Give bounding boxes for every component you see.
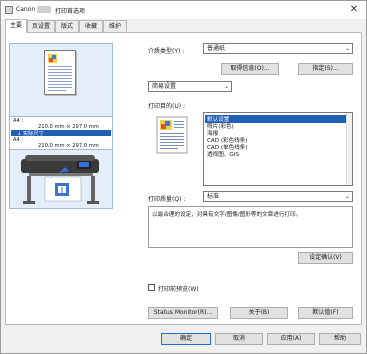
actual-size-label: ↓ 实际尺寸 [17, 131, 44, 137]
dropdown-arrow-icon: ⌄ [223, 83, 229, 90]
title-bar: Canon 打印首选项 ✕ [1, 1, 366, 19]
output-size-dims: 210.0 mm × 297.0 mm [38, 143, 99, 149]
preview-before-print-label: 打印前预览(W) [158, 286, 199, 293]
about-button[interactable]: 关于(B) [230, 307, 288, 319]
media-type-select[interactable]: 普通纸 ⌄ [203, 43, 353, 54]
source-size-label: A4 : [13, 118, 24, 124]
tab-main[interactable]: 主要 [5, 19, 27, 33]
paper-size-info: A4 : 210.0 mm × 297.0 mm ↓ 实际尺寸 A4 : 210… [9, 116, 113, 150]
window-title: 打印首选项 [55, 8, 86, 15]
settings-mode-value: 简易设置 [152, 83, 177, 90]
print-purpose-list[interactable]: 默认设置 照片(彩色) 海报 CAD (彩色线条) CAD (单色线条) 透视图… [203, 112, 353, 186]
cancel-button[interactable]: 取消 [215, 333, 263, 345]
dropdown-arrow-icon: ⌄ [344, 193, 350, 200]
printer-app-icon [5, 6, 13, 14]
status-monitor-button[interactable]: Status Monitor(R)... [148, 307, 218, 319]
confirm-settings-button[interactable]: 设定确认(V) [298, 252, 353, 264]
dropdown-arrow-icon: ⌄ [344, 45, 350, 52]
printing-preferences-window: Canon 打印首选项 ✕ 主要 页设置 版式 收藏 维护 A4: 210.0… [0, 0, 367, 354]
output-size-label: A4 : [13, 137, 24, 143]
print-purpose-label: 打印目的(U) : [148, 103, 186, 110]
large-format-printer-icon [21, 155, 99, 204]
image-icon [48, 54, 57, 63]
actual-size-row: ↓ 实际尺寸 [11, 130, 111, 137]
print-quality-value: 标准 [207, 193, 220, 200]
description-box: 以最合理的设定，对具有文字/图像/图形等的文章进行打印。 [148, 206, 353, 248]
purpose-document-thumbnail-icon [156, 116, 188, 154]
help-button[interactable]: 帮助 [319, 333, 361, 345]
media-type-value: 普通纸 [207, 45, 226, 52]
print-quality-label: 打印质量(Q) : [148, 196, 186, 203]
print-quality-select[interactable]: 标准 ⌄ [203, 191, 353, 202]
purpose-item-perspective-gis[interactable]: 透视图、GIS [207, 150, 239, 158]
get-info-button[interactable]: 取得信息(O)... [221, 63, 279, 75]
document-thumbnail-icon [44, 50, 76, 95]
specify-button[interactable]: 指定(S)... [298, 63, 353, 75]
preview-before-print-checkbox[interactable] [148, 284, 155, 291]
media-type-label: 介质类型(Y) : [148, 48, 185, 55]
defaults-button[interactable]: 默认值(F) [298, 307, 353, 319]
title-brand: Canon [16, 6, 36, 13]
ok-button[interactable]: 确定 [161, 333, 211, 345]
close-icon[interactable]: ✕ [348, 4, 360, 16]
apply-button[interactable]: 应用(A) [267, 333, 315, 345]
settings-mode-select[interactable]: 简易设置 ⌄ [148, 81, 232, 92]
description-text: 以最合理的设定，对具有文字/图像/图形等的文章进行打印。 [152, 212, 302, 218]
redacted-printer-name [37, 6, 51, 13]
list-scrollbar[interactable] [346, 113, 352, 185]
